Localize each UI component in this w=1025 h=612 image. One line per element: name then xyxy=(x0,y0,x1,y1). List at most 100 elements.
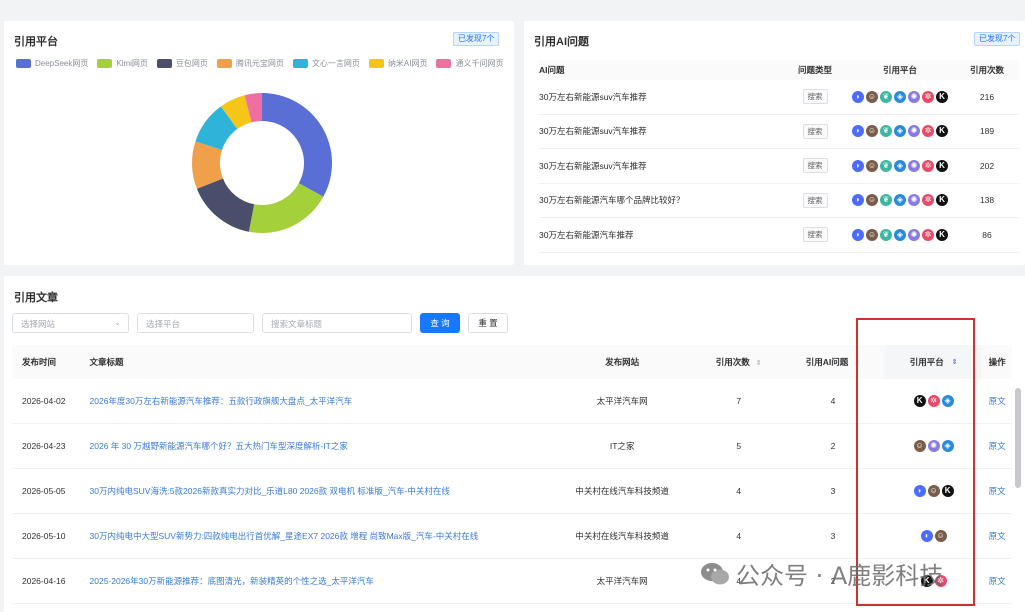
publish-date: 2026-04-16 xyxy=(22,576,66,586)
cite-count: 202 xyxy=(979,160,995,171)
leaf-icon: ❦ xyxy=(880,159,892,172)
face-icon: ☺ xyxy=(866,194,878,207)
publish-date: 2026-05-10 xyxy=(22,531,66,541)
type-tag: 搜索 xyxy=(802,192,828,208)
spark-icon: ✲ xyxy=(922,159,934,172)
legend-item[interactable]: Kimi网页 xyxy=(97,58,148,69)
type-tag: 搜索 xyxy=(802,227,828,243)
questions-title: 引用AI问题 xyxy=(534,36,589,48)
kimi-icon: K xyxy=(936,159,948,172)
publish-site: 太平洋汽车网 xyxy=(596,576,648,586)
cite-count: 7 xyxy=(736,396,742,406)
platform-select[interactable]: 选择平台 xyxy=(137,313,254,333)
col-count-sortable[interactable]: 引用次数 ⇕ xyxy=(697,356,781,368)
legend-label: 通义千问网页 xyxy=(455,59,504,68)
platforms-title: 引用平台 xyxy=(14,36,58,48)
face-icon: ☺ xyxy=(866,228,878,241)
question-text: 30万左右新能源汽车推荐 xyxy=(539,229,634,240)
legend-label: 纳米AI网页 xyxy=(387,59,428,68)
chevron-down-icon: ⌄ xyxy=(113,317,121,327)
question-text: 30万左右新能源suv汽车推荐 xyxy=(539,126,647,137)
type-tag: 搜索 xyxy=(802,89,828,105)
legend-label: 文心一言网页 xyxy=(311,59,360,68)
legend-item[interactable]: 豆包网页 xyxy=(156,58,208,69)
legend-swatch xyxy=(292,59,308,68)
platform-icons: ◗ ☺ ❦ ◈ ✺ ✲ K xyxy=(845,194,955,207)
col-ai-label: 引用AI问题 xyxy=(805,357,849,367)
article-title-cell: 30万内纯电中大型SUV新势力:四款纯电出行首优解_星途EX7 2026款 增程… xyxy=(82,530,548,542)
legend-swatch xyxy=(216,59,232,68)
questions-table-header: AI问题 问题类型 引用平台 引用次数 xyxy=(539,60,1019,80)
table-row[interactable]: 30万左右新能源suv汽车推荐 搜索 ◗ ☺ ❦ ◈ ✺ ✲ K 202 xyxy=(539,149,1019,184)
table-scrollbar[interactable] xyxy=(1015,388,1021,488)
leaf-icon: ❦ xyxy=(880,125,892,138)
site-select[interactable]: 选择网站 ⌄ xyxy=(12,313,129,333)
legend-label: 腾讯元宝网页 xyxy=(235,59,284,68)
view-original-link[interactable]: 原文 xyxy=(982,575,1012,587)
kimi-icon: K xyxy=(936,125,948,138)
donut-slice-1[interactable] xyxy=(248,183,324,233)
donut-slice-2[interactable] xyxy=(196,178,255,232)
col-ai-question: AI问题 xyxy=(539,65,565,75)
article-title-link[interactable]: 2025-2026年30万新能源推荐：底图清光，新装精英的个性之选_太平洋汽车 xyxy=(90,576,374,586)
question-type: 搜索 xyxy=(785,89,845,105)
col-count: 引用次数 xyxy=(969,65,1004,75)
reset-button[interactable]: 重 置 xyxy=(468,313,508,333)
table-row[interactable]: 30万左右新能源suv汽车推荐 搜索 ◗ ☺ ❦ ◈ ✺ ✲ K 189 xyxy=(539,115,1019,149)
article-title-link[interactable]: 2026年度30万左右新能源汽车推荐：五款行政旗舰大盘点_太平洋汽车 xyxy=(90,396,353,406)
cube-icon: ◈ xyxy=(894,228,906,241)
platform-icons: ◗ ☺ ❦ ◈ ✺ ✲ K xyxy=(845,159,955,172)
legend-item[interactable]: 纳米AI网页 xyxy=(368,58,428,69)
cite-count: 4 xyxy=(736,486,742,496)
whale-icon: ◗ xyxy=(852,194,864,207)
legend-item[interactable]: DeepSeek网页 xyxy=(16,58,88,69)
view-original-link[interactable]: 原文 xyxy=(982,530,1012,542)
article-title-cell: 30万内纯电SUV海洗:5款2026新款真实力对比_乐道L80 2026款 双电… xyxy=(82,485,548,497)
article-title-link[interactable]: 30万内纯电中大型SUV新势力:四款纯电出行首优解_星途EX7 2026款 增程… xyxy=(90,531,479,541)
whale-icon: ◗ xyxy=(852,228,864,241)
wechat-icon xyxy=(701,562,729,584)
publish-site: 太平洋汽车网 xyxy=(596,396,648,406)
swirl-icon: ✺ xyxy=(908,159,920,172)
legend-item[interactable]: 通义千问网页 xyxy=(436,58,503,69)
article-search-input[interactable]: 搜索文章标题 xyxy=(262,313,412,333)
face-icon: ☺ xyxy=(866,159,878,172)
question-type: 搜索 xyxy=(785,227,845,243)
question-text: 30万左右新能源suv汽车推荐 xyxy=(539,160,647,171)
query-button[interactable]: 查 询 xyxy=(420,313,460,333)
sort-icon[interactable]: ⇕ xyxy=(756,360,762,367)
table-row[interactable]: 30万左右新能源汽车推荐 搜索 ◗ ☺ ❦ ◈ ✺ ✲ K 86 xyxy=(539,218,1019,253)
legend-item[interactable]: 文心一言网页 xyxy=(292,58,360,69)
cite-count: 5 xyxy=(736,441,742,451)
table-row[interactable]: 30万左右新能源汽车哪个品牌比较好？ 搜索 ◗ ☺ ❦ ◈ ✺ ✲ K 138 xyxy=(539,184,1019,218)
spark-icon: ✲ xyxy=(922,228,934,241)
view-original-link[interactable]: 原文 xyxy=(982,440,1012,452)
col-op: 操作 xyxy=(988,357,1006,367)
kimi-icon: K xyxy=(936,228,948,241)
publish-site: 中关村在线汽车科技频道 xyxy=(575,531,669,541)
cube-icon: ◈ xyxy=(894,125,906,138)
article-title-link[interactable]: 30万内纯电SUV海洗:5款2026新款真实力对比_乐道L80 2026款 双电… xyxy=(90,486,450,496)
spark-icon: ✲ xyxy=(922,125,934,138)
legend-swatch xyxy=(436,59,452,68)
platforms-badge: 已发现7个 xyxy=(453,32,500,46)
view-original-link[interactable]: 原文 xyxy=(982,395,1012,407)
question-text: 30万左右新能源汽车哪个品牌比较好？ xyxy=(539,195,685,206)
whale-icon: ◗ xyxy=(852,159,864,172)
cite-count: 86 xyxy=(982,229,992,240)
legend-label: DeepSeek网页 xyxy=(35,59,89,68)
question-text: 30万左右新能源suv汽车推荐 xyxy=(539,91,647,102)
cite-count: 138 xyxy=(979,195,995,206)
platform-icons: ◗ ☺ ❦ ◈ ✺ ✲ K xyxy=(845,125,955,138)
article-title-link[interactable]: 2026 年 30 万越野新能源汽车哪个好？五大热门车型深度解析-IT之家 xyxy=(90,441,348,451)
platform-icons: ◗ ☺ ❦ ◈ ✺ ✲ K xyxy=(845,228,955,241)
cube-icon: ◈ xyxy=(894,90,906,103)
donut-slice-0[interactable] xyxy=(262,93,332,197)
legend-item[interactable]: 腾讯元宝网页 xyxy=(216,58,284,69)
legend-label: Kimi网页 xyxy=(116,59,148,68)
table-row[interactable]: 30万左右新能源suv汽车推荐 搜索 ◗ ☺ ❦ ◈ ✺ ✲ K 216 xyxy=(539,80,1019,115)
spark-icon: ✲ xyxy=(922,194,934,207)
view-original-link[interactable]: 原文 xyxy=(982,485,1012,497)
publish-date: 2026-04-02 xyxy=(22,396,66,406)
type-tag: 搜索 xyxy=(802,123,828,139)
